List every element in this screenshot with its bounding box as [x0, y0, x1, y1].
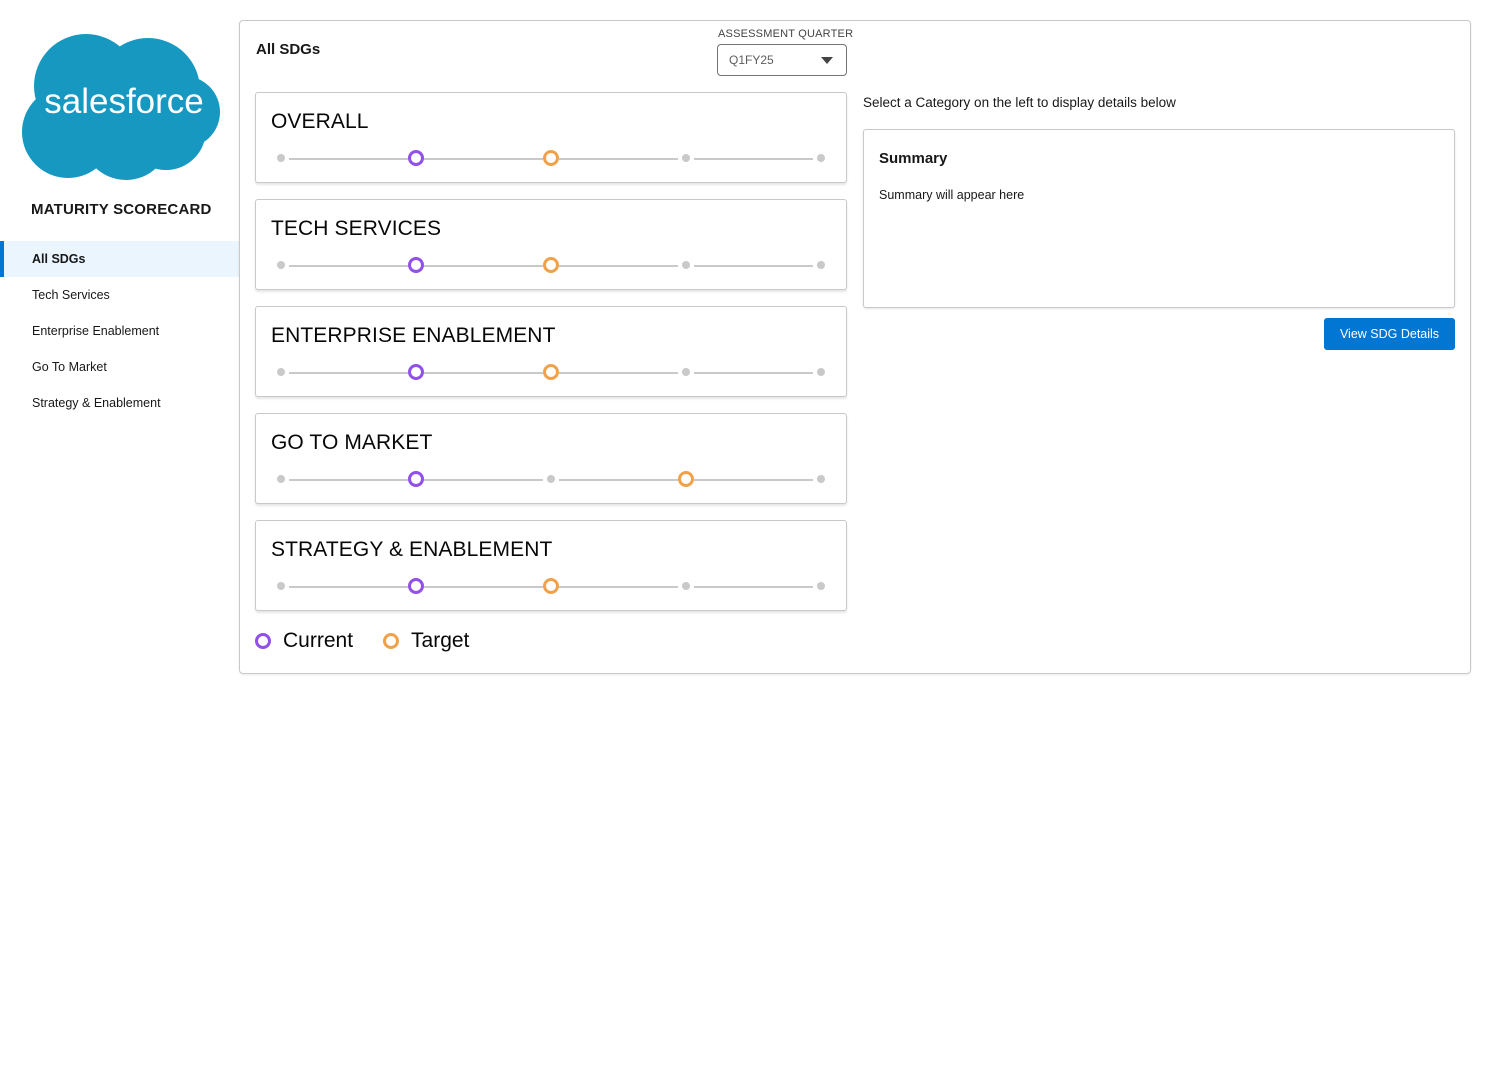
summary-title: Summary: [879, 150, 948, 167]
view-sdg-details-button[interactable]: View SDG Details: [1324, 318, 1455, 350]
legend-target: Target: [383, 629, 469, 653]
category-cards: OVERALL TECH SERVICES ENTERPRISE ENABLEM…: [255, 92, 847, 627]
page-title: All SDGs: [256, 41, 321, 58]
track-segment: [289, 586, 408, 588]
quarter-select[interactable]: Q1FY25: [717, 44, 847, 76]
category-card-overall[interactable]: OVERALL: [255, 92, 847, 183]
track-segment: [694, 586, 813, 588]
track-segment: [694, 158, 813, 160]
current-level-marker: [408, 150, 424, 166]
target-marker-icon: [383, 633, 400, 649]
main-panel: All SDGs ASSESSMENT QUARTER Q1FY25 OVERA…: [239, 20, 1471, 674]
maturity-track: [277, 257, 825, 273]
category-card-enterprise-enablement[interactable]: ENTERPRISE ENABLEMENT: [255, 306, 847, 397]
current-level-marker: [408, 257, 424, 273]
level-marker: [682, 261, 690, 269]
detail-hint: Select a Category on the left to display…: [863, 95, 1176, 110]
legend-current-label: Current: [283, 629, 354, 652]
current-level-marker: [408, 578, 424, 594]
category-card-tech-services[interactable]: TECH SERVICES: [255, 199, 847, 290]
level-marker: [682, 368, 690, 376]
level-marker: [277, 582, 285, 590]
level-marker: [817, 368, 825, 376]
sidebar-nav: All SDGs Tech Services Enterprise Enable…: [0, 241, 239, 421]
track-segment: [289, 158, 408, 160]
category-title: OVERALL: [271, 110, 369, 133]
legend-target-label: Target: [411, 629, 470, 652]
level-marker: [277, 261, 285, 269]
track-segment: [559, 479, 678, 481]
track-segment: [424, 479, 543, 481]
level-marker: [277, 154, 285, 162]
level-marker: [277, 475, 285, 483]
legend: Current Target: [255, 627, 499, 655]
category-card-go-to-market[interactable]: GO TO MARKET: [255, 413, 847, 504]
category-title: STRATEGY & ENABLEMENT: [271, 538, 553, 561]
track-segment: [289, 265, 408, 267]
summary-card: Summary Summary will appear here: [863, 129, 1455, 308]
quarter-label: ASSESSMENT QUARTER: [718, 28, 854, 40]
maturity-track: [277, 364, 825, 380]
category-title: TECH SERVICES: [271, 217, 442, 240]
track-segment: [559, 265, 678, 267]
level-marker: [817, 475, 825, 483]
salesforce-cloud-icon: salesforce: [22, 34, 220, 180]
level-marker: [817, 261, 825, 269]
category-title: GO TO MARKET: [271, 431, 433, 454]
level-marker: [277, 368, 285, 376]
sidebar-item-go-to-market[interactable]: Go To Market: [0, 349, 239, 385]
target-level-marker: [543, 257, 559, 273]
chevron-down-icon: [821, 57, 833, 64]
target-level-marker: [678, 471, 694, 487]
level-marker: [817, 582, 825, 590]
salesforce-logo: salesforce: [16, 34, 226, 182]
target-level-marker: [543, 150, 559, 166]
track-segment: [559, 586, 678, 588]
current-marker-icon: [255, 633, 271, 649]
current-level-marker: [408, 364, 424, 380]
current-level-marker: [408, 471, 424, 487]
category-card-strategy-enablement[interactable]: STRATEGY & ENABLEMENT: [255, 520, 847, 611]
track-segment: [289, 372, 408, 374]
summary-text: Summary will appear here: [879, 188, 1025, 202]
track-segment: [424, 372, 543, 374]
category-title: ENTERPRISE ENABLEMENT: [271, 324, 556, 347]
level-marker: [682, 582, 690, 590]
level-marker: [547, 475, 555, 483]
maturity-track: [277, 471, 825, 487]
sidebar-item-enterprise-enablement[interactable]: Enterprise Enablement: [0, 313, 239, 349]
target-level-marker: [543, 364, 559, 380]
maturity-track: [277, 578, 825, 594]
quarter-value: Q1FY25: [729, 53, 774, 67]
track-segment: [559, 158, 678, 160]
track-segment: [694, 265, 813, 267]
maturity-track: [277, 150, 825, 166]
track-segment: [424, 158, 543, 160]
legend-current: Current: [255, 629, 353, 653]
level-marker: [817, 154, 825, 162]
track-segment: [559, 372, 678, 374]
track-segment: [289, 479, 408, 481]
sidebar-item-tech-services[interactable]: Tech Services: [0, 277, 239, 313]
sidebar: salesforce MATURITY SCORECARD All SDGs T…: [0, 0, 239, 1089]
track-segment: [424, 265, 543, 267]
target-level-marker: [543, 578, 559, 594]
sidebar-item-all-sdgs[interactable]: All SDGs: [0, 241, 239, 277]
sidebar-item-strategy-enablement[interactable]: Strategy & Enablement: [0, 385, 239, 421]
track-segment: [694, 372, 813, 374]
track-segment: [424, 586, 543, 588]
track-segment: [694, 479, 813, 481]
level-marker: [682, 154, 690, 162]
svg-text:salesforce: salesforce: [44, 82, 204, 121]
app-title: MATURITY SCORECARD: [31, 201, 212, 218]
